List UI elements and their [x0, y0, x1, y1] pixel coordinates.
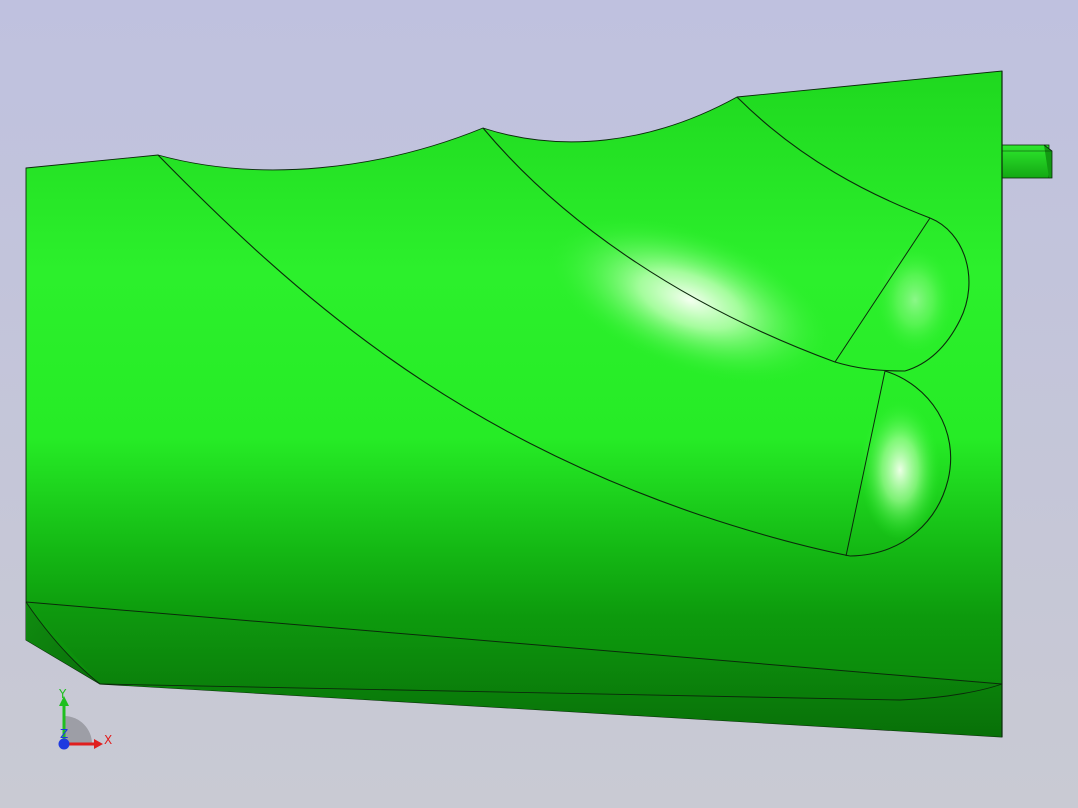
upper-cap-highlight [875, 245, 955, 355]
pin-feature [1001, 144, 1053, 179]
z-axis-label: Z [60, 727, 68, 741]
axis-triad: Y X Z [58, 687, 112, 750]
end-cap-highlight [860, 400, 940, 540]
y-axis-label: Y [58, 687, 67, 701]
x-axis-arrow [94, 739, 103, 749]
cad-viewport[interactable] [0, 0, 1078, 808]
x-axis-label: X [104, 733, 112, 747]
